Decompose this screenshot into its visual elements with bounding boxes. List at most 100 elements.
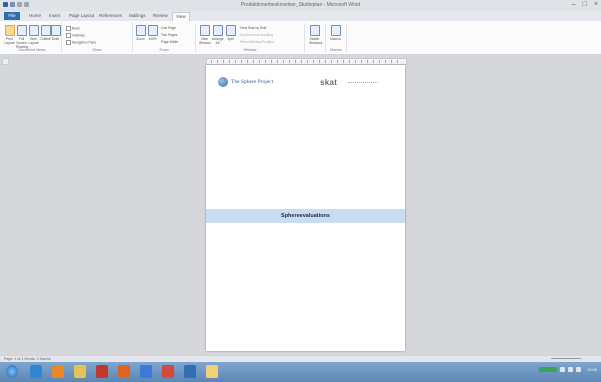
document-heading[interactable]: Sphereevaluations [281,213,330,219]
ruler-tick [367,60,368,63]
tab-review[interactable]: Review [150,12,171,20]
explorer-icon[interactable] [30,365,42,378]
print-layout-button[interactable]: Print Layout [4,25,15,45]
synchronous-scrolling-button[interactable]: Synchronous Scrolling [240,33,273,37]
tab-references[interactable]: References [96,12,125,20]
tab-insert[interactable]: Insert [46,12,63,20]
group-label-zoom: Zoom [159,48,169,52]
ruler-tick [235,60,236,63]
ruler-tick [295,60,296,63]
draft-icon [50,25,61,36]
globe-icon [218,77,228,87]
sphere-project-logo: The Sphere Project [218,77,273,87]
clock[interactable]: 12:00 [587,367,597,372]
window-controls: – □ × [572,1,598,8]
web-layout-button[interactable]: Web Layout [28,25,39,45]
ruler-tick [217,60,218,63]
folder-icon[interactable] [74,365,86,378]
ruler-tick [373,60,374,63]
gridlines-checkbox[interactable]: Gridlines [66,33,85,38]
draft-button[interactable]: Draft [50,25,61,41]
split-button[interactable]: Split [225,25,236,41]
tab-home[interactable]: Home [26,12,44,20]
volume-icon[interactable] [567,367,573,372]
ruler-toggle-icon[interactable] [2,58,9,65]
ruler-tick [361,60,362,63]
ruler-tick [259,60,260,63]
ruler-tick [391,60,392,63]
print-layout-icon [4,25,15,36]
outlook-icon[interactable] [162,365,174,378]
ruler-tick [265,60,266,63]
firefox-icon[interactable] [52,365,64,378]
two-pages-button[interactable]: Two Pages [161,33,177,37]
group-document-views: Print Layout Full Screen Reading Web Lay… [3,23,62,52]
ruler-tick [289,60,290,63]
zoom-slider[interactable] [551,358,581,359]
paint-icon[interactable] [184,365,196,378]
ruler-tick [253,60,254,63]
chrome-icon[interactable] [140,365,152,378]
ruler-tick [307,60,308,63]
group-show: Ruler Gridlines Navigation Pane Show [62,23,133,52]
ruler-tick [331,60,332,63]
network-icon[interactable] [559,367,565,372]
group-label-macros: Macros [330,48,342,52]
tab-view[interactable]: View [172,12,190,21]
group-window: New Window Arrange All Split View Side b… [196,23,305,52]
tab-page-layout[interactable]: Page Layout [66,12,97,20]
full-screen-reading-button[interactable]: Full Screen Reading [16,25,28,49]
one-page-button[interactable]: One Page [161,26,176,30]
maximize-icon[interactable]: □ [583,1,587,8]
ruler-checkbox[interactable]: Ruler [66,26,80,31]
ruler-tick [277,60,278,63]
outline-icon [40,25,51,36]
start-orb-icon[interactable] [6,365,18,378]
minimize-icon[interactable]: – [572,1,576,8]
page-width-button[interactable]: Page Width [161,40,178,44]
ruler-tick [301,60,302,63]
new-window-button[interactable]: New Window [199,25,211,45]
macros-button[interactable]: Macros [330,25,341,41]
zoom-button[interactable]: Zoom [135,25,146,41]
close-icon[interactable]: × [594,1,598,8]
macros-icon [330,25,341,36]
ruler-tick [319,60,320,63]
status-bar: Page: 1 of 1 Words: 3 Danish [0,355,601,362]
magnifier-icon [135,25,146,36]
reset-window-position-button[interactable]: Reset Window Position [240,40,274,44]
word-icon[interactable] [96,365,108,378]
tab-mailings[interactable]: Mailings [126,12,149,20]
window-title: Produktinnerbeskrivelser_Skatteplan - Mi… [240,2,361,8]
zoom-100-button[interactable]: 100% [147,25,158,41]
ruler-tick [283,60,284,63]
ruler-tick [379,60,380,63]
notes-icon[interactable] [206,365,218,378]
ruler-tick [337,60,338,63]
media-player-icon[interactable] [118,365,130,378]
document-page[interactable]: The Sphere Project skat Sphereevaluation… [206,65,405,351]
ruler-tick [211,60,212,63]
navigation-pane-checkbox[interactable]: Navigation Pane [66,40,96,45]
group-label-show: Show [92,48,102,52]
flag-icon[interactable] [575,367,581,372]
page-100-icon [147,25,158,36]
ruler-tick [241,60,242,63]
tab-file[interactable]: File [4,12,20,20]
logo-text: The Sphere Project [231,79,274,85]
group-macros: Macros Macros [326,23,347,52]
switch-windows-button[interactable]: Switch Windows [309,25,322,45]
new-window-icon [199,25,210,36]
full-screen-icon [16,25,27,36]
horizontal-ruler[interactable] [206,58,407,65]
ribbon: Print Layout Full Screen Reading Web Lay… [0,21,601,55]
view-side-by-side-button[interactable]: View Side by Side [240,26,267,30]
green-bar-icon[interactable] [538,367,557,372]
ruler-tick [349,60,350,63]
web-layout-icon [28,25,39,36]
group-zoom: Zoom 100% One Page Two Pages Page Width … [133,23,196,52]
ruler-tick [355,60,356,63]
group-label-window: Window [243,48,257,52]
arrange-all-button[interactable]: Arrange All [212,25,224,45]
system-tray: 12:00 [538,367,597,372]
